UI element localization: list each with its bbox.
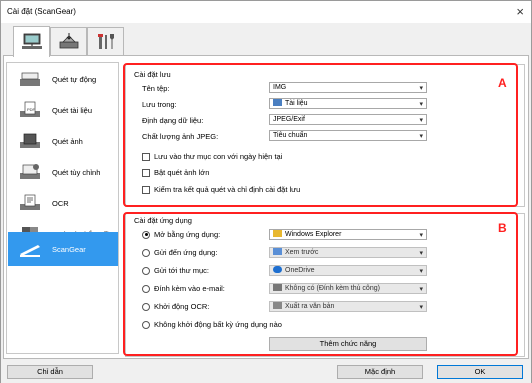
large-scan-checkbox[interactable]: Bật quét ảnh lớn <box>142 168 209 177</box>
callout-a: A <box>498 76 507 90</box>
ok-button[interactable]: OK <box>437 365 523 379</box>
save-in-value: Tài liệu <box>285 100 308 107</box>
sidebar-item-ocr[interactable]: OCR <box>8 188 118 218</box>
chevron-down-icon: ▾ <box>419 85 423 92</box>
open-with-app-radio[interactable]: Mở bằng ứng dụng: <box>142 230 220 239</box>
send-to-folder-value: OneDrive <box>285 267 315 274</box>
custom-scan-icon <box>20 164 40 179</box>
open-with-app-combo[interactable]: Windows Explorer ▾ <box>269 229 427 240</box>
send-to-folder-radio[interactable]: Gửi tới thư mục: <box>142 266 209 275</box>
start-ocr-value: Xuất ra văn bản <box>285 303 335 310</box>
file-name-label: Tên tệp: <box>142 84 170 93</box>
scan-mode-list: Quét tự động PDF Quét tài liệu Quét ảnh … <box>6 62 119 354</box>
tab-general-settings[interactable] <box>87 27 124 56</box>
chevron-down-icon: ▾ <box>419 268 423 275</box>
chevron-down-icon: ▾ <box>419 232 423 239</box>
attach-email-combo[interactable]: Không có (Đính kèm thủ công) ▾ <box>269 283 427 294</box>
sidebar-item-custom-scan[interactable]: Quét tùy chỉnh <box>8 157 118 187</box>
open-with-app-value: Windows Explorer <box>285 231 342 238</box>
sidebar-item-scangear[interactable]: ScanGear <box>8 232 118 266</box>
document-scan-icon: PDF <box>20 101 40 117</box>
general-settings-icon <box>97 34 114 49</box>
chevron-down-icon: ▾ <box>419 250 423 257</box>
sidebar-item-document-scan[interactable]: PDF Quét tài liệu <box>8 95 118 125</box>
title-bar: Cài đặt (ScanGear) × <box>1 1 531 23</box>
attach-email-value: Không có (Đính kèm thủ công) <box>285 285 380 292</box>
start-ocr-combo[interactable]: Xuất ra văn bản ▾ <box>269 301 427 312</box>
defaults-button[interactable]: Mặc định <box>337 365 423 379</box>
explorer-folder-icon <box>273 230 282 237</box>
window-title: Cài đặt (ScanGear) <box>7 7 76 16</box>
svg-text:PDF: PDF <box>27 107 36 112</box>
no-app-radio[interactable]: Không khởi động bất kỳ ứng dụng nào <box>142 320 282 329</box>
attach-email-radio[interactable]: Đính kèm vào e-mail: <box>142 284 225 293</box>
save-settings-title: Cài đặt lưu <box>134 70 171 79</box>
text-output-icon <box>273 302 282 309</box>
tab-scan-from-computer[interactable] <box>13 26 50 57</box>
save-in-combo[interactable]: Tài liệu ▾ <box>269 98 427 109</box>
subfolder-checkbox[interactable]: Lưu vào thư mục con với ngày hiện tại <box>142 152 282 161</box>
chevron-down-icon: ▾ <box>419 101 423 108</box>
data-format-value: JPEG/Exif <box>273 116 305 123</box>
send-to-folder-combo[interactable]: OneDrive ▾ <box>269 265 427 276</box>
jpeg-quality-combo[interactable]: Tiêu chuẩn ▾ <box>269 130 427 141</box>
photo-scan-icon <box>20 133 40 148</box>
file-name-combo[interactable]: IMG ▾ <box>269 82 427 93</box>
data-format-label: Định dạng dữ liệu: <box>142 116 204 125</box>
auto-scan-icon <box>20 72 40 86</box>
check-results-checkbox[interactable]: Kiểm tra kết quả quét và chỉ định cài đặ… <box>142 185 300 194</box>
scangear-icon <box>20 245 40 257</box>
scan-from-panel-icon <box>59 33 78 49</box>
chevron-down-icon: ▾ <box>419 304 423 311</box>
chevron-down-icon: ▾ <box>419 286 423 293</box>
tab-scan-from-panel[interactable] <box>50 27 87 56</box>
sidebar-item-label: Quét tùy chỉnh <box>52 167 101 177</box>
send-to-app-value: Xem trước <box>285 249 319 256</box>
sidebar-item-label: ScanGear <box>52 244 86 254</box>
send-to-app-combo[interactable]: Xem trước ▾ <box>269 247 427 258</box>
app-settings-title: Cài đặt ứng dụng <box>134 216 192 225</box>
jpeg-quality-label: Chất lượng ảnh JPEG: <box>142 132 219 141</box>
save-in-label: Lưu trong: <box>142 100 177 109</box>
sidebar-item-label: OCR <box>52 198 69 208</box>
data-format-combo[interactable]: JPEG/Exif ▾ <box>269 114 427 125</box>
ocr-icon <box>20 194 40 210</box>
sidebar-item-label: Quét tự động <box>52 74 97 84</box>
sidebar-item-label: Quét ảnh <box>52 136 83 146</box>
cloud-icon <box>273 266 282 273</box>
sidebar-item-label: Quét tài liệu <box>52 105 93 115</box>
sidebar-item-photo-scan[interactable]: Quét ảnh <box>8 126 118 156</box>
help-button[interactable]: Chỉ dẫn <box>7 365 93 379</box>
chevron-down-icon: ▾ <box>419 117 423 124</box>
settings-window: Cài đặt (ScanGear) × Quét tự động PDF Qu… <box>0 0 532 383</box>
mail-icon <box>273 284 282 291</box>
send-to-app-radio[interactable]: Gửi đến ứng dụng: <box>142 248 217 257</box>
sidebar-item-auto-scan[interactable]: Quét tự động <box>8 64 118 94</box>
close-icon[interactable]: × <box>516 4 524 19</box>
add-function-button[interactable]: Thêm chức năng <box>269 337 427 351</box>
tab-bar <box>1 23 531 57</box>
scan-from-computer-icon <box>21 33 42 49</box>
chevron-down-icon: ▾ <box>419 133 423 140</box>
callout-b: B <box>498 221 507 235</box>
document-folder-icon <box>273 99 282 106</box>
file-name-value: IMG <box>273 84 287 91</box>
preview-app-icon <box>273 248 282 255</box>
start-ocr-radio[interactable]: Khởi động OCR: <box>142 302 209 311</box>
jpeg-quality-value: Tiêu chuẩn <box>273 132 308 139</box>
